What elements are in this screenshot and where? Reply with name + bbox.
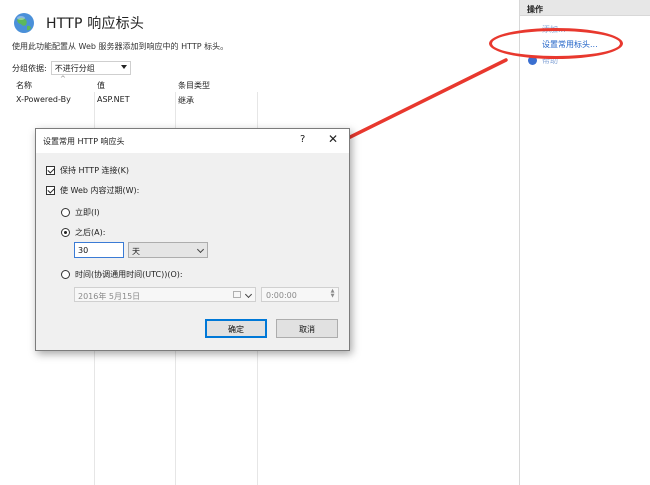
expire-content-checkbox-row[interactable]: 使 Web 内容过期(W): bbox=[46, 185, 139, 196]
actions-header: 操作 bbox=[520, 0, 650, 16]
keep-alive-label: 保持 HTTP 连接(K) bbox=[60, 166, 130, 175]
column-header-value[interactable]: 值 bbox=[97, 80, 105, 91]
expire-time-spinner[interactable]: 0:00:00 ▲ ▼ bbox=[261, 287, 339, 302]
utc-radio-row[interactable]: 时间(协调通用时间(UTC))(O): bbox=[61, 269, 183, 280]
dialog-titlebar: 设置常用 HTTP 响应头 ? ✕ bbox=[36, 129, 349, 153]
cell-header-value[interactable]: ASP.NET bbox=[97, 95, 130, 104]
globe-icon bbox=[14, 13, 34, 33]
expire-date-picker[interactable]: 2016年 5月15日 bbox=[74, 287, 256, 302]
group-bar: 分组依据: 不进行分组 bbox=[12, 60, 131, 76]
expire-time-value: 0:00:00 bbox=[266, 291, 297, 300]
expire-content-label: 使 Web 内容过期(W): bbox=[60, 186, 140, 195]
calendar-icon[interactable] bbox=[233, 291, 241, 298]
group-by-label: 分组依据: bbox=[12, 63, 47, 73]
title-row: HTTP 响应标头 bbox=[12, 10, 144, 36]
page-title: HTTP 响应标头 bbox=[46, 16, 145, 32]
ok-button[interactable]: 确定 bbox=[205, 319, 267, 338]
page-description: 使用此功能配置从 Web 服务器添加到响应中的 HTTP 标头。 bbox=[12, 42, 229, 51]
chevron-down-icon bbox=[120, 65, 127, 69]
column-header-type[interactable]: 条目类型 bbox=[178, 80, 210, 91]
chevron-down-icon bbox=[196, 245, 205, 254]
chevron-down-icon bbox=[244, 290, 253, 299]
cancel-button[interactable]: 取消 bbox=[276, 319, 338, 338]
expire-date-value: 2016年 5月15日 bbox=[78, 292, 141, 301]
actions-pane: 操作 添加... 设置常用标头... 帮助 bbox=[519, 0, 650, 485]
utc-radio[interactable] bbox=[61, 270, 70, 279]
expire-content-checkbox[interactable] bbox=[46, 186, 55, 195]
sort-up-icon: ^ bbox=[60, 75, 66, 83]
annotation-ellipse bbox=[489, 28, 623, 59]
group-by-select[interactable]: 不进行分组 bbox=[50, 61, 131, 75]
after-radio[interactable] bbox=[61, 228, 70, 237]
table-header: 名称 ^ 值 条目类型 bbox=[12, 75, 512, 92]
column-header-name[interactable]: 名称 bbox=[16, 80, 32, 91]
help-button[interactable]: ? bbox=[300, 134, 305, 145]
expire-unit-select[interactable]: 天 bbox=[128, 242, 208, 258]
immediately-label: 立即(I) bbox=[75, 208, 100, 217]
dialog-title: 设置常用 HTTP 响应头 bbox=[43, 137, 125, 146]
group-by-value: 不进行分组 bbox=[54, 63, 95, 73]
immediately-radio[interactable] bbox=[61, 208, 70, 217]
keep-alive-checkbox[interactable] bbox=[46, 166, 55, 175]
after-radio-row[interactable]: 之后(A): bbox=[61, 227, 105, 238]
keep-alive-checkbox-row[interactable]: 保持 HTTP 连接(K) bbox=[46, 165, 129, 176]
after-label: 之后(A): bbox=[75, 228, 106, 237]
expire-after-input[interactable]: 30 bbox=[74, 242, 124, 258]
close-icon[interactable]: ✕ bbox=[328, 132, 338, 146]
cell-header-name[interactable]: X-Powered-By bbox=[16, 95, 71, 104]
cell-entry-type[interactable]: 继承 bbox=[178, 95, 194, 106]
set-common-headers-dialog: 设置常用 HTTP 响应头 ? ✕ 保持 HTTP 连接(K) 使 Web 内容… bbox=[35, 128, 350, 351]
immediately-radio-row[interactable]: 立即(I) bbox=[61, 207, 100, 218]
spinner-arrows-icon[interactable]: ▲ ▼ bbox=[329, 289, 336, 300]
expire-unit-value: 天 bbox=[132, 247, 140, 256]
utc-label: 时间(协调通用时间(UTC))(O): bbox=[75, 270, 183, 279]
